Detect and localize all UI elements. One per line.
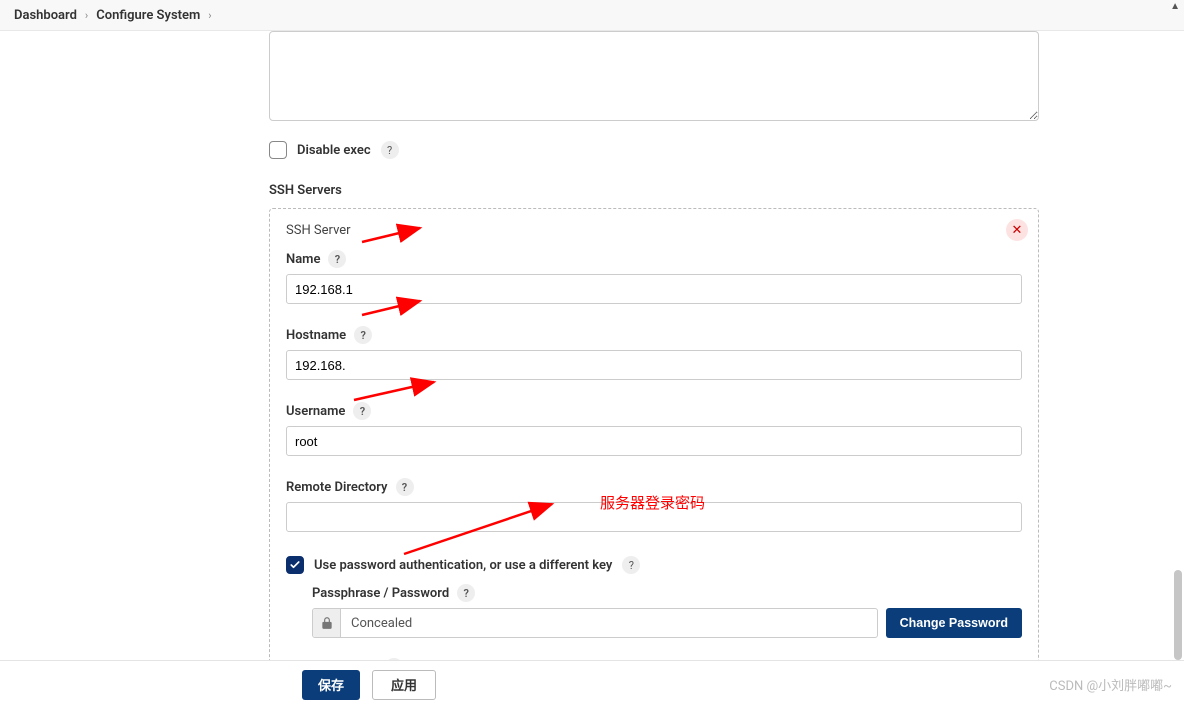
ssh-server-card: ✕ SSH Server Name ? Hostname ? Username … [269, 208, 1039, 660]
ssh-servers-title: SSH Servers [269, 183, 1039, 198]
help-icon[interactable]: ? [381, 141, 399, 159]
content-area: Disable exec ? SSH Servers ✕ SSH Server … [0, 31, 1169, 660]
delete-server-button[interactable]: ✕ [1006, 219, 1028, 241]
concealed-text: Concealed [341, 616, 422, 631]
breadcrumb-dashboard[interactable]: Dashboard [14, 8, 77, 23]
name-label: Name [286, 252, 320, 267]
name-input[interactable] [286, 274, 1022, 304]
use-password-label: Use password authentication, or use a di… [314, 558, 612, 573]
help-icon[interactable]: ? [328, 250, 346, 268]
hostname-label: Hostname [286, 328, 346, 343]
password-display: Concealed [312, 608, 878, 638]
bottom-action-bar: 保存 应用 [0, 660, 1184, 708]
ssh-server-subtitle: SSH Server [286, 223, 1022, 238]
username-input[interactable] [286, 426, 1022, 456]
help-icon[interactable]: ? [622, 556, 640, 574]
save-button[interactable]: 保存 [302, 670, 360, 700]
breadcrumb: Dashboard › Configure System › [0, 0, 1184, 31]
help-icon[interactable]: ? [396, 478, 414, 496]
remote-directory-label: Remote Directory [286, 480, 388, 495]
watermark-text: CSDN @小刘胖嘟嘟~ [1049, 675, 1172, 694]
vertical-scrollbar[interactable] [1172, 0, 1182, 708]
help-icon[interactable]: ? [354, 326, 372, 344]
description-textarea[interactable] [269, 31, 1039, 121]
passphrase-label: Passphrase / Password [312, 586, 449, 601]
help-icon[interactable]: ? [457, 584, 475, 602]
username-label: Username [286, 404, 345, 419]
breadcrumb-configure-system[interactable]: Configure System [96, 8, 200, 23]
close-icon: ✕ [1012, 223, 1023, 238]
disable-exec-label: Disable exec [297, 143, 371, 158]
remote-directory-input[interactable] [286, 502, 1022, 532]
apply-button[interactable]: 应用 [372, 670, 436, 700]
disable-exec-checkbox[interactable] [269, 141, 287, 159]
lock-icon [313, 609, 341, 637]
change-password-button[interactable]: Change Password [886, 608, 1022, 638]
chevron-right-icon: › [85, 9, 88, 22]
use-password-checkbox[interactable] [286, 556, 304, 574]
chevron-right-icon: › [208, 9, 211, 22]
help-icon[interactable]: ? [353, 402, 371, 420]
scrollbar-thumb[interactable] [1174, 570, 1182, 660]
hostname-input[interactable] [286, 350, 1022, 380]
